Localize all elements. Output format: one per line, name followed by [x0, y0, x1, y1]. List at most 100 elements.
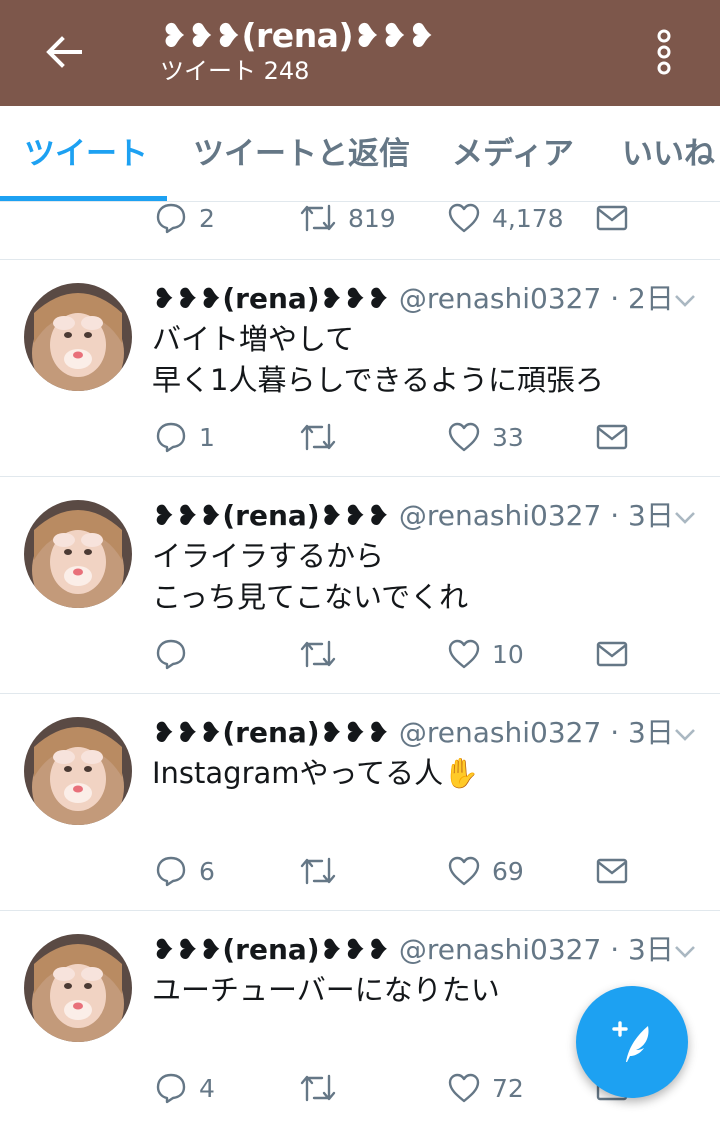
chevron-down-icon[interactable] — [670, 508, 700, 528]
tab-tweets[interactable]: ツイート — [24, 106, 148, 201]
heart-icon — [448, 856, 480, 886]
tweet-text-line: ユーチューバーになりたい — [152, 973, 500, 1007]
compose-tweet-button[interactable] — [576, 986, 688, 1098]
retweet-icon — [300, 857, 336, 885]
more-options-button[interactable] — [640, 24, 688, 80]
chevron-down-icon[interactable] — [670, 291, 700, 311]
more-vertical-icon — [657, 29, 671, 75]
display-name[interactable]: ❥❥❥(rena)❥❥❥ — [152, 499, 390, 532]
envelope-icon — [596, 205, 628, 231]
profile-header: ❥❥❥(rena)❥❥❥ ツイート 248 — [160, 16, 435, 86]
tweet-text: Instagramやってる人✋ — [152, 753, 479, 794]
envelope-icon — [596, 858, 628, 884]
like-button[interactable]: 33 — [448, 417, 524, 457]
retweet-button[interactable] — [300, 634, 336, 674]
reply-icon — [156, 639, 186, 670]
heart-icon — [448, 203, 480, 233]
tweet-text-line: 早く1人暮らしできるように頑張ろ — [152, 363, 605, 397]
retweet-button[interactable] — [300, 1068, 336, 1108]
tab-media[interactable]: メディア — [452, 106, 574, 201]
tweet-text-line: イライラするから — [152, 539, 385, 573]
tweet-text: ユーチューバーになりたい — [152, 970, 500, 1011]
back-button[interactable] — [36, 28, 92, 76]
reply-count: 1 — [199, 422, 215, 452]
reply-button[interactable]: 6 — [155, 851, 215, 891]
tweet-card[interactable]: ❥❥❥(rena)❥❥❥ @renashi0327 · 3日 イライラするから … — [0, 476, 720, 694]
like-button[interactable]: 72 — [448, 1068, 524, 1108]
reply-icon — [156, 1073, 186, 1104]
handle-and-time: @renashi0327 · 3日 — [398, 499, 674, 532]
avatar[interactable] — [24, 283, 132, 391]
retweet-button[interactable] — [300, 851, 336, 891]
retweet-button[interactable] — [300, 417, 336, 457]
retweet-icon — [300, 640, 336, 668]
tweet-header: ❥❥❥(rena)❥❥❥ @renashi0327 · 3日 — [152, 715, 674, 751]
direct-message-button[interactable] — [596, 417, 628, 457]
tab-tweets-and-replies[interactable]: ツイートと返信 — [193, 106, 410, 201]
reply-icon — [156, 422, 186, 453]
tweet-actions: 10 — [0, 634, 720, 674]
like-count: 10 — [492, 639, 524, 669]
timeline[interactable]: 2 819 4,178 ❥❥❥(rena)❥❥❥ @renashi0327 · … — [0, 202, 720, 1122]
reply-button[interactable]: 1 — [155, 417, 215, 457]
compose-tweet-icon — [612, 1021, 649, 1062]
avatar[interactable] — [24, 717, 132, 825]
retweet-count: 819 — [348, 203, 396, 233]
like-count: 72 — [492, 1073, 524, 1103]
tweet-count: ツイート 248 — [160, 57, 310, 85]
reply-button[interactable] — [155, 634, 187, 674]
tweet-card[interactable]: ❥❥❥(rena)❥❥❥ @renashi0327 · 3日 Instagram… — [0, 693, 720, 911]
avatar[interactable] — [24, 934, 132, 1042]
heart-icon — [448, 422, 480, 452]
like-button[interactable]: 4,178 — [448, 202, 564, 238]
avatar[interactable] — [24, 500, 132, 608]
handle-and-time: @renashi0327 · 3日 — [398, 933, 674, 966]
tweet-header: ❥❥❥(rena)❥❥❥ @renashi0327 · 3日 — [152, 932, 674, 968]
tweet-card[interactable]: ❥❥❥(rena)❥❥❥ @renashi0327 · 2日 バイト増やして 早… — [0, 259, 720, 477]
display-name[interactable]: ❥❥❥(rena)❥❥❥ — [152, 933, 390, 966]
profile-tabs: ツイート ツイートと返信 メディア いいね — [0, 106, 720, 202]
direct-message-button[interactable] — [596, 634, 628, 674]
retweet-icon — [300, 1074, 336, 1102]
retweet-button[interactable]: 819 — [300, 202, 396, 238]
tweet-text-line: バイト増やして — [152, 322, 355, 356]
reply-count: 2 — [199, 203, 215, 233]
tweet-header: ❥❥❥(rena)❥❥❥ @renashi0327 · 2日 — [152, 281, 674, 317]
reply-count: 4 — [199, 1073, 215, 1103]
like-button[interactable]: 10 — [448, 634, 524, 674]
handle-and-time: @renashi0327 · 2日 — [398, 282, 674, 315]
reply-button[interactable]: 4 — [155, 1068, 215, 1108]
handle-and-time: @renashi0327 · 3日 — [398, 716, 674, 749]
tab-likes[interactable]: いいね — [622, 106, 715, 201]
display-name[interactable]: ❥❥❥(rena)❥❥❥ — [152, 282, 390, 315]
retweet-icon — [300, 204, 336, 232]
tweet-header: ❥❥❥(rena)❥❥❥ @renashi0327 · 3日 — [152, 498, 674, 534]
heart-icon — [448, 1073, 480, 1103]
active-tab-indicator — [0, 196, 167, 201]
tweet-actions: 2 819 4,178 — [0, 202, 720, 238]
tweet-text: イライラするから こっち見てこないでくれ — [152, 536, 468, 618]
reply-icon — [156, 203, 186, 234]
tweet-partial[interactable]: 2 819 4,178 — [0, 202, 720, 260]
direct-message-button[interactable] — [596, 202, 628, 238]
arrow-left-icon — [46, 36, 82, 68]
chevron-down-icon[interactable] — [670, 725, 700, 745]
reply-count: 6 — [199, 856, 215, 886]
like-count: 69 — [492, 856, 524, 886]
tweet-text: バイト増やして 早く1人暮らしできるように頑張ろ — [152, 319, 604, 401]
profile-title: ❥❥❥(rena)❥❥❥ — [160, 16, 435, 55]
envelope-icon — [596, 424, 628, 450]
app-bar: ❥❥❥(rena)❥❥❥ ツイート 248 — [0, 0, 720, 106]
reply-button[interactable]: 2 — [155, 202, 215, 238]
envelope-icon — [596, 641, 628, 667]
tweet-text-line: こっち見てこないでくれ — [152, 580, 469, 614]
direct-message-button[interactable] — [596, 851, 628, 891]
retweet-icon — [300, 423, 336, 451]
tweet-actions: 1 33 — [0, 417, 720, 457]
display-name[interactable]: ❥❥❥(rena)❥❥❥ — [152, 716, 390, 749]
like-button[interactable]: 69 — [448, 851, 524, 891]
tweet-text-line: Instagramやってる人✋ — [152, 756, 480, 790]
tweet-actions: 6 69 — [0, 851, 720, 891]
chevron-down-icon[interactable] — [670, 942, 700, 962]
like-count: 4,178 — [492, 203, 564, 233]
